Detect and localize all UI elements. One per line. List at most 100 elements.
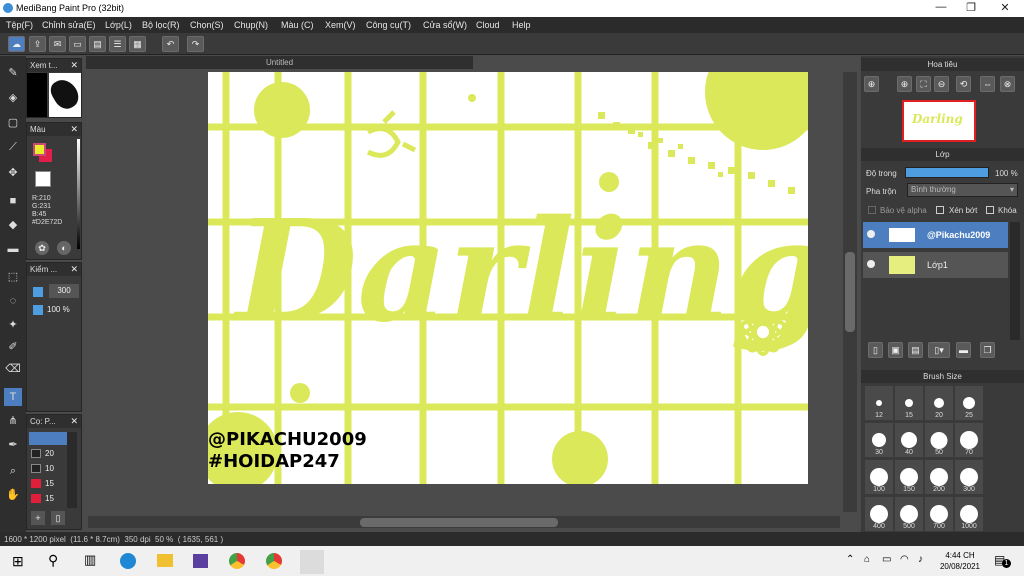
brush-size-option[interactable]: 300 <box>955 460 983 494</box>
move-tool-icon[interactable]: ✥ <box>4 164 22 182</box>
battery-icon[interactable]: ▭ <box>882 554 891 565</box>
maximize-button[interactable]: ❐ <box>956 1 986 15</box>
network-icon[interactable]: ⌂ <box>864 554 870 565</box>
folder-icon[interactable]: ▬ <box>956 342 971 358</box>
new-pen-icon[interactable]: ▯ <box>51 511 65 525</box>
wifi-icon[interactable]: ◠ <box>900 554 909 565</box>
share-icon[interactable]: ⇪ <box>29 36 46 52</box>
layer-row[interactable]: @Pikachu2009 <box>863 222 1008 248</box>
chat-icon[interactable]: ▭ <box>69 36 86 52</box>
task-view-icon[interactable]: ▥ <box>84 552 96 568</box>
brush-size-option[interactable]: 150 <box>895 460 923 494</box>
blend-select[interactable]: Bình thường ▾ <box>907 183 1018 197</box>
menu-edit[interactable]: Chỉnh sửa(E) <box>42 20 96 30</box>
select-eraser-icon[interactable]: ⌫ <box>4 360 22 378</box>
menu-select[interactable]: Chọn(S) <box>190 20 224 30</box>
brush-size-option[interactable]: 700 <box>925 497 953 531</box>
brush-tool-icon[interactable]: ✎ <box>4 64 22 82</box>
rotate-icon[interactable]: ⟲ <box>956 76 971 92</box>
volume-icon[interactable]: ♪ <box>918 554 923 565</box>
comment-icon[interactable]: ✉ <box>49 36 66 52</box>
foreground-color-swatch[interactable] <box>33 143 46 156</box>
select-tool-icon[interactable]: ⬚ <box>4 268 22 286</box>
pen-item-selected[interactable] <box>29 432 67 445</box>
chevron-up-icon[interactable]: ⌃ <box>846 554 854 565</box>
eraser-tool-icon[interactable]: ◈ <box>4 89 22 107</box>
menu-color[interactable]: Màu (C) <box>281 20 314 30</box>
brush-size-option[interactable]: 15 <box>895 386 923 420</box>
palette-icon[interactable]: ✿ <box>35 241 49 255</box>
new-layer-icon[interactable]: ▯ <box>868 342 883 358</box>
brush-size-option[interactable]: 30 <box>865 423 893 457</box>
hand-tool-icon[interactable]: ✋ <box>4 486 22 504</box>
close-icon[interactable]: ✕ <box>70 59 78 72</box>
menu-cloud[interactable]: Cloud <box>476 20 500 30</box>
brush-size-option[interactable]: 200 <box>925 460 953 494</box>
menu-layer[interactable]: Lớp(L) <box>105 20 132 30</box>
new-8bit-layer-icon[interactable]: ▤ <box>908 342 923 358</box>
menu-view[interactable]: Xem(V) <box>325 20 356 30</box>
color-wheel-icon[interactable]: ◐ <box>57 241 71 255</box>
pen-item-label[interactable]: 15 <box>45 494 54 503</box>
bucket-tool-icon[interactable]: ◆ <box>4 216 22 234</box>
brush-size-option[interactable]: 70 <box>955 423 983 457</box>
brush-size-option[interactable]: 1000 <box>955 497 983 531</box>
menu-help[interactable]: Help <box>512 20 531 30</box>
undo-icon[interactable]: ↶ <box>162 36 179 52</box>
file-explorer-icon[interactable] <box>157 554 173 567</box>
close-button[interactable]: ✕ <box>990 1 1020 15</box>
protect-alpha-checkbox[interactable] <box>868 206 876 214</box>
line-tool-icon[interactable]: ⟋ <box>4 138 22 156</box>
duplicate-layer-icon[interactable]: ❐ <box>980 342 995 358</box>
brush-size-option[interactable]: 40 <box>895 423 923 457</box>
opacity-slider[interactable] <box>905 167 989 178</box>
eye-icon[interactable] <box>867 230 875 238</box>
lock-checkbox[interactable] <box>986 206 994 214</box>
zoom-in2-icon[interactable]: ⊕ <box>897 76 912 92</box>
layer-row[interactable]: Lớp1 <box>863 252 1008 278</box>
edge-icon[interactable] <box>120 553 136 569</box>
flip-icon[interactable]: ⇔ <box>980 76 995 92</box>
minimize-button[interactable]: — <box>926 1 956 15</box>
search-icon[interactable]: ⚲ <box>48 552 58 569</box>
navigator-preview[interactable]: Darling <box>864 96 1019 144</box>
text-tool-icon[interactable]: T <box>4 388 22 406</box>
brush-size-option[interactable]: 20 <box>925 386 953 420</box>
zoom-out-icon[interactable]: ⊖ <box>934 76 949 92</box>
medibang-taskbar-icon[interactable] <box>300 550 324 574</box>
chrome-profile-icon[interactable] <box>266 553 282 569</box>
transparent-swatch[interactable] <box>35 171 51 187</box>
brightness-slider[interactable] <box>77 139 80 249</box>
eye-icon[interactable] <box>867 260 875 268</box>
divide-tool-icon[interactable]: ⋔ <box>4 412 22 430</box>
menu-tools[interactable]: Công cụ(T) <box>366 20 411 30</box>
brush-size-option[interactable]: 500 <box>895 497 923 531</box>
new-halftone-layer-icon[interactable]: ▣ <box>888 342 903 358</box>
grid-icon[interactable]: ▦ <box>129 36 146 52</box>
add-pen-icon[interactable]: + <box>31 511 45 525</box>
drawing-canvas[interactable]: Darling @PIKACHU2009 #HOIDAP247 <box>208 72 808 484</box>
select-pen-icon[interactable]: ✐ <box>4 338 22 356</box>
pen-item-label[interactable]: 20 <box>45 449 54 458</box>
store-icon[interactable] <box>193 554 208 568</box>
vertical-scrollbar[interactable] <box>843 72 857 512</box>
horizontal-scrollbar[interactable] <box>88 516 840 528</box>
menu-window[interactable]: Cửa sổ(W) <box>423 20 467 30</box>
brush-opacity-value[interactable]: 100 % <box>47 305 70 314</box>
brush-size-field[interactable]: 300 <box>49 284 79 298</box>
brush-size-option[interactable]: 12 <box>865 386 893 420</box>
menu-filter[interactable]: Bộ lọc(R) <box>142 20 180 30</box>
chrome-icon[interactable] <box>229 553 245 569</box>
brush-size-option[interactable]: 400 <box>865 497 893 531</box>
fit-icon[interactable]: ⛶ <box>916 76 931 92</box>
close-icon[interactable]: ✕ <box>70 415 78 428</box>
gradient-tool-icon[interactable]: ▬ <box>4 240 22 258</box>
list-icon[interactable]: ☰ <box>109 36 126 52</box>
clock[interactable]: 4:44 CH 20/08/2021 <box>936 550 984 572</box>
redo-icon[interactable]: ↷ <box>187 36 204 52</box>
close-icon[interactable]: ✕ <box>70 263 78 276</box>
pen-item-label[interactable]: 10 <box>45 464 54 473</box>
zoom-in-icon[interactable]: ⊕ <box>864 76 879 92</box>
fill-rect-tool-icon[interactable]: ■ <box>4 192 22 210</box>
brush-size-option[interactable]: 25 <box>955 386 983 420</box>
